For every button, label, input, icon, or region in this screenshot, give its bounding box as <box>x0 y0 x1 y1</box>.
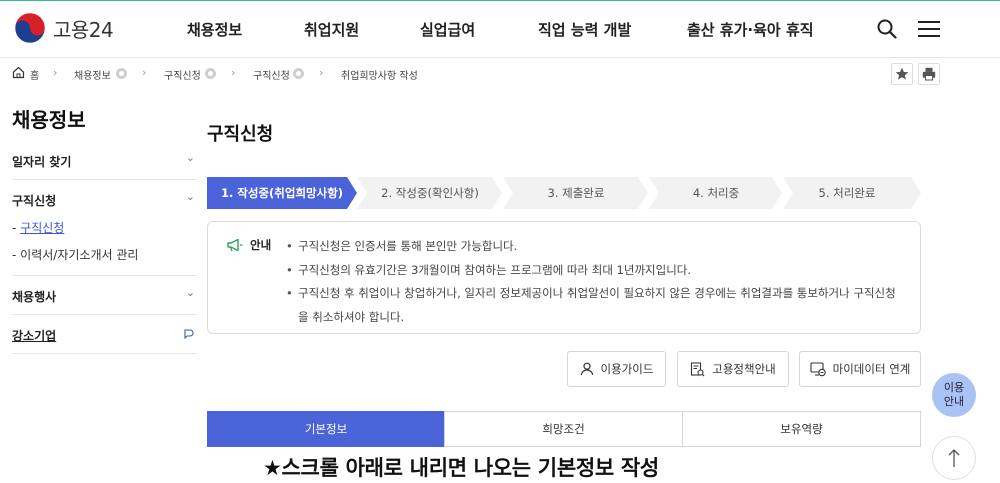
sidebar-subitem-resume[interactable]: - 이력서/자기소개서 관리 <box>12 246 138 263</box>
breadcrumb-separator: › <box>53 66 58 79</box>
guide-item: 구직신청의 유효기간은 3개월이며 참여하는 프로그램에 따라 최대 1년까지입… <box>286 259 906 283</box>
sidebar-subitem-job-application[interactable]: - 구직신청 <box>12 219 64 236</box>
korean-government-taegeuk-icon <box>14 12 46 44</box>
user-icon <box>580 362 593 376</box>
external-link-icon <box>183 327 195 342</box>
floating-guide-line2: 안내 <box>943 395 965 408</box>
annotation-note: ★스크롤 아래로 내리면 나오는 기본정보 작성 <box>263 456 659 480</box>
guide-label: 안내 <box>227 237 271 253</box>
breadcrumb-item-job-application-sub[interactable]: 구직신청 <box>253 67 290 82</box>
sidebar-subitem-label: 구직신청 <box>20 221 65 235</box>
logo-text: 고용24 <box>53 17 114 42</box>
step-5: 5. 처리완료 <box>818 186 876 200</box>
print-icon[interactable] <box>918 63 940 85</box>
user-guide-label: 이용가이드 <box>600 362 654 376</box>
sidebar-item-label: 일자리 찾기 <box>12 155 72 169</box>
search-icon[interactable] <box>877 19 897 43</box>
guide-list: 구직신청은 인증서를 통해 본인만 가능합니다. 구직신청의 유효기간은 3개월… <box>286 235 906 329</box>
chevron-down-icon: ⌄ <box>185 286 195 299</box>
step-3: 3. 제출완료 <box>547 186 605 200</box>
breadcrumb-dropdown-icon[interactable] <box>205 68 216 79</box>
breadcrumb-dropdown-icon[interactable] <box>116 68 127 79</box>
nav-item-parental-leave[interactable]: 출산 휴가·육아 휴직 <box>687 19 814 40</box>
floating-guide-button[interactable]: 이용 안내 <box>932 373 976 417</box>
tab-desired-conditions[interactable]: 희망조건 <box>444 411 683 447</box>
breadcrumb-dropdown-icon[interactable] <box>293 68 304 79</box>
sidebar-item-label: 강소기업 <box>12 329 57 343</box>
sidebar-subitem-prefix: - <box>12 248 21 262</box>
sidebar-item-label: 채용행사 <box>12 290 57 304</box>
chevron-down-icon: ⌄ <box>185 151 195 164</box>
sidebar-subitem-label: 이력서/자기소개서 관리 <box>20 248 139 262</box>
form-tabs: 기본정보 희망조건 보유역량 <box>207 411 921 447</box>
megaphone-icon <box>227 238 243 252</box>
sidebar-subitem-prefix: - <box>12 221 21 235</box>
sidebar-divider <box>12 179 197 180</box>
step-4: 4. 처리중 <box>692 186 740 200</box>
breadcrumb-home[interactable]: 홈 <box>30 67 39 82</box>
guide-item: 구직신청은 인증서를 통해 본인만 가능합니다. <box>286 235 906 259</box>
page-title: 구직신청 <box>207 124 274 145</box>
employment-policy-button[interactable]: 고용정책안내 <box>677 351 789 387</box>
star-icon[interactable] <box>891 63 913 85</box>
sidebar-divider <box>12 275 197 276</box>
tab-competencies[interactable]: 보유역량 <box>682 411 921 447</box>
scroll-top-button[interactable] <box>932 436 976 480</box>
floating-guide-line1: 이용 <box>943 381 965 394</box>
step-2: 2. 작성중(확인사항) <box>381 186 479 200</box>
breadcrumb-item-job-application[interactable]: 구직신청 <box>164 67 201 82</box>
site-logo[interactable]: 고용24 <box>13 11 114 45</box>
document-search-icon <box>691 361 705 376</box>
chevron-down-icon: ⌄ <box>185 190 195 203</box>
guide-notice-box: 안내 구직신청은 인증서를 통해 본인만 가능합니다. 구직신청의 유효기간은 … <box>207 221 921 334</box>
mydata-link-button[interactable]: 마이데이터 연계 <box>799 351 921 387</box>
hamburger-menu-icon[interactable] <box>918 21 940 41</box>
sidebar-item-job-fair[interactable]: 채용행사 ⌄ <box>12 286 197 305</box>
progress-steps: 1. 작성중(취업희망사항) 2. 작성중(확인사항) 3. 제출완료 4. 처… <box>207 177 921 209</box>
sidebar-divider <box>12 353 197 354</box>
breadcrumb-item-jobs[interactable]: 채용정보 <box>74 67 111 82</box>
sidebar-item-small-giant[interactable]: 강소기업 <box>12 327 197 344</box>
sidebar-item-job-search[interactable]: 일자리 찾기 ⌄ <box>12 151 197 170</box>
nav-item-unemployment-benefit[interactable]: 실업급여 <box>420 19 475 40</box>
breadcrumb-separator: › <box>231 66 236 79</box>
sidebar-item-label: 구직신청 <box>12 194 57 208</box>
mydata-monitor-icon <box>810 361 826 376</box>
nav-item-job-skills[interactable]: 직업 능력 개발 <box>538 19 631 40</box>
breadcrumb-separator: › <box>319 66 324 79</box>
home-icon[interactable] <box>12 66 25 82</box>
employment-policy-label: 고용정책안내 <box>712 362 776 376</box>
tab-basic-info[interactable]: 기본정보 <box>207 411 445 447</box>
sidebar-divider <box>12 314 197 315</box>
user-guide-button[interactable]: 이용가이드 <box>567 351 666 387</box>
arrow-up-icon <box>948 449 960 467</box>
guide-label-text: 안내 <box>250 238 272 252</box>
sidebar-item-job-application[interactable]: 구직신청 ⌄ <box>12 190 197 209</box>
breadcrumb-separator: › <box>142 66 147 79</box>
breadcrumb-current: 취업희망사항 작성 <box>341 71 418 82</box>
step-1-active: 1. 작성중(취업희망사항) <box>220 186 344 200</box>
sidebar-title: 채용정보 <box>12 108 86 132</box>
guide-item: 구직신청 후 취업이나 창업하거나, 일자리 정보제공이나 취업알선이 필요하지… <box>286 282 906 329</box>
nav-item-jobs[interactable]: 채용정보 <box>187 19 242 40</box>
site-header: 고용24 채용정보 취업지원 실업급여 직업 능력 개발 출산 휴가·육아 휴직 <box>0 1 1000 58</box>
nav-item-employment-support[interactable]: 취업지원 <box>304 19 359 40</box>
mydata-link-label: 마이데이터 연계 <box>832 362 911 376</box>
